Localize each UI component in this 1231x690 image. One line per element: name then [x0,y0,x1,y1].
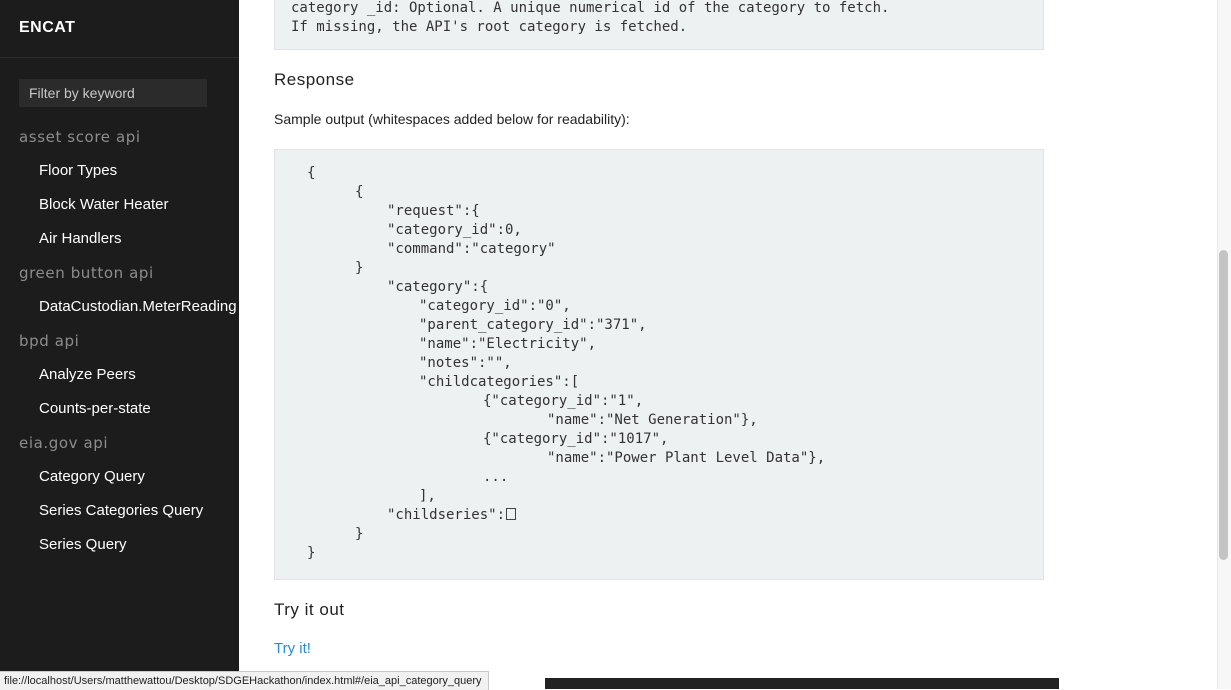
filter-input[interactable] [19,79,207,107]
code-line: "name":"Electricity", [419,336,597,352]
sample-output-text: Sample output (whitespaces added below f… [274,111,630,127]
code-line: "childcategories":[ [419,374,580,390]
code-line: "name":"Power Plant Level Data"}, [547,450,826,466]
parameter-code-block: category _id: Optional. A unique numeric… [274,0,1044,50]
code-line: "name":"Net Generation"}, [547,412,758,428]
main-content: category _id: Optional. A unique numeric… [274,0,1044,689]
code-line: } [355,260,364,276]
sidebar-item-air-handlers[interactable]: Air Handlers [0,222,239,256]
code-line: "category_id":0, [387,222,522,238]
sidebar-item-series-query[interactable]: Series Query [0,528,239,562]
code-line: "parent_category_id":"371", [419,317,647,333]
code-line: } [307,545,316,561]
nav-group-green-button-api: green button api [19,264,154,282]
try-it-link[interactable]: Try it! [274,640,311,657]
code-line: {"category_id":"1", [483,393,644,409]
nav-group-bpd-api: bpd api [19,332,80,350]
brand-title[interactable]: ENCAT [19,19,75,37]
sidebar: ENCAT asset score api Floor Types Block … [0,0,239,689]
sidebar-item-counts-per-state[interactable]: Counts-per-state [0,392,239,426]
status-bar-url: file://localhost/Users/matthewattou/Desk… [0,671,489,690]
bottom-dark-strip [545,678,1059,689]
sidebar-nav: asset score api Floor Types Block Water … [0,120,239,562]
sidebar-item-series-categories-query[interactable]: Series Categories Query [0,494,239,528]
code-line: } [355,526,364,542]
code-line: "request":{ [387,203,480,219]
nav-group-asset-score-api: asset score api [19,128,141,146]
sidebar-item-category-query[interactable]: Category Query [0,460,239,494]
response-heading: Response [274,70,355,89]
code-line: { [355,184,364,200]
nav-group-eia-gov-api: eia.gov api [19,434,109,452]
code-line: "command":"category" [387,241,556,257]
param-line: If missing, the API's root category is f… [291,19,688,35]
code-line: "category":{ [387,279,489,295]
sidebar-item-floor-types[interactable]: Floor Types [0,154,239,188]
sidebar-divider [0,57,239,58]
code-line: "childseries": [387,507,506,523]
sidebar-item-analyze-peers[interactable]: Analyze Peers [0,358,239,392]
sidebar-item-datacustodian-meterreading[interactable]: DataCustodian.MeterReading [0,290,239,324]
sidebar-item-block-water-heater[interactable]: Block Water Heater [0,188,239,222]
code-line: ... [483,469,509,485]
code-line: "category_id":"0", [419,298,571,314]
sample-output-code-block: { { "request":{ "category_id":0, "comman… [274,149,1044,580]
code-line: "notes":"", [419,355,512,371]
try-it-out-heading: Try it out [274,600,345,619]
code-line: { [307,165,316,181]
param-line: category _id: Optional. A unique numeric… [291,0,890,16]
code-line: {"category_id":"1017", [483,431,669,447]
code-line: ], [419,488,436,504]
code-line-childseries: "childseries": [387,506,517,525]
empty-array-glyph-icon [506,508,517,520]
scrollbar-thumb[interactable] [1219,250,1228,560]
